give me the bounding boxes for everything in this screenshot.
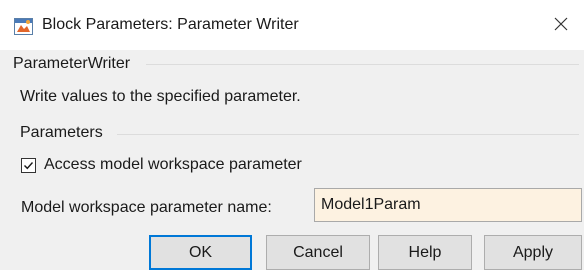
dialog-body: ParameterWriter Write values to the spec…: [0, 50, 584, 270]
access-workspace-label: Access model workspace parameter: [44, 156, 302, 173]
access-workspace-checkbox[interactable]: Access model workspace parameter: [21, 156, 302, 174]
close-icon: [554, 17, 568, 36]
ok-button[interactable]: OK: [149, 235, 252, 270]
checkbox-box[interactable]: [21, 157, 36, 173]
apply-button[interactable]: Apply: [484, 235, 582, 270]
block-group-header: ParameterWriter: [13, 55, 131, 72]
simulink-block-icon: [14, 18, 33, 35]
block-group-divider: [146, 64, 579, 65]
checkmark-icon: [24, 161, 34, 169]
help-button[interactable]: Help: [378, 235, 472, 270]
parameters-group-header: Parameters: [20, 124, 103, 141]
param-name-label: Model workspace parameter name:: [21, 199, 272, 216]
block-description: Write values to the specified parameter.: [20, 88, 301, 105]
parameters-group-divider: [117, 134, 579, 135]
cancel-button[interactable]: Cancel: [266, 235, 370, 270]
close-button[interactable]: [545, 10, 577, 42]
title-bar: Block Parameters: Parameter Writer: [0, 0, 584, 50]
param-name-input[interactable]: [314, 188, 582, 222]
window-title: Block Parameters: Parameter Writer: [42, 16, 299, 33]
